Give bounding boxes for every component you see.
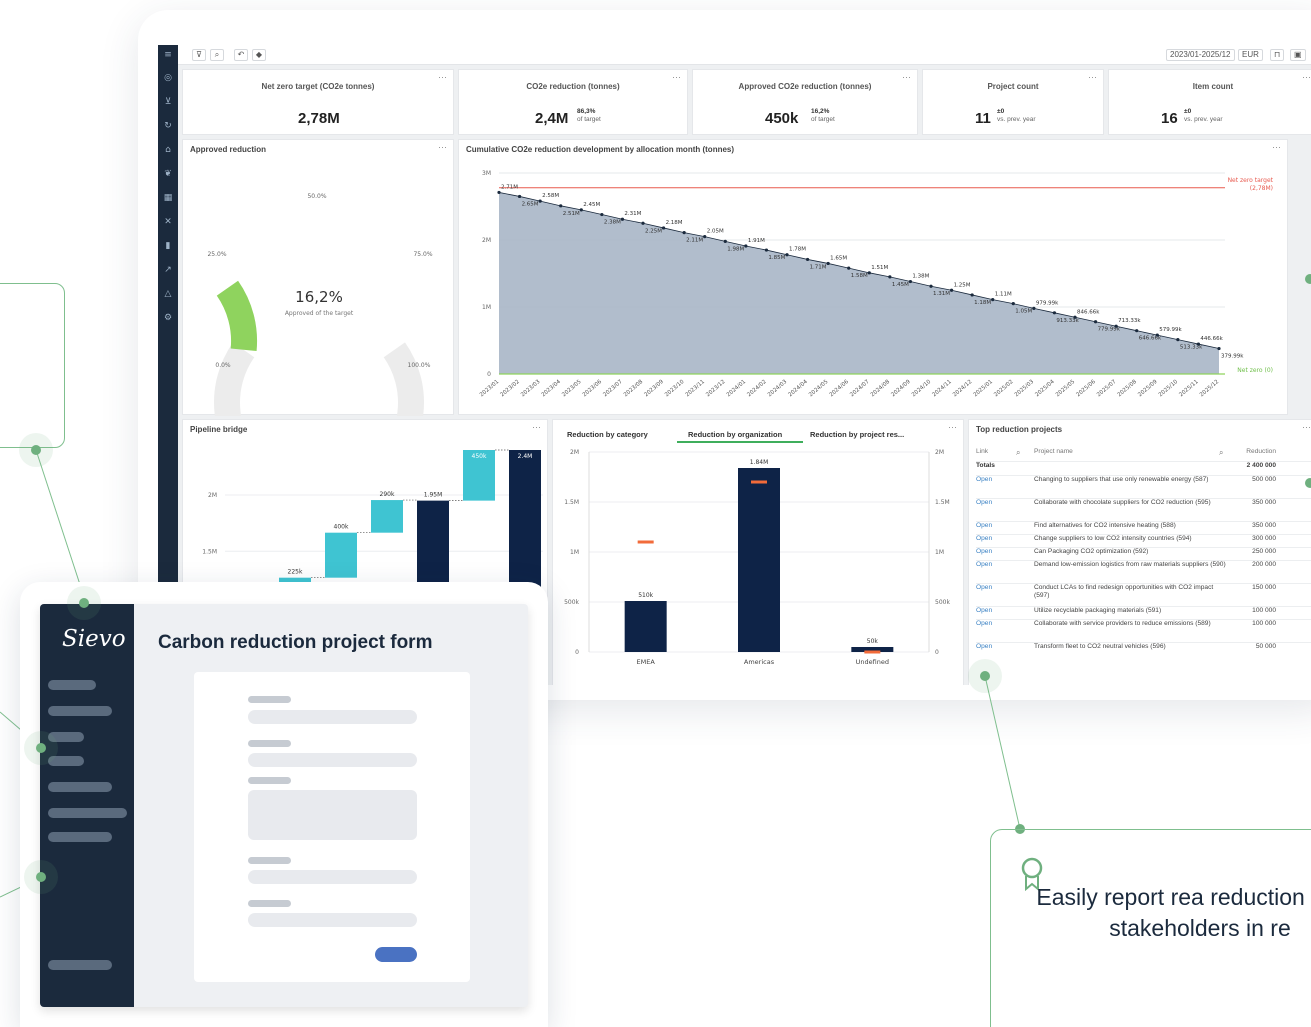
sidebar-item[interactable] <box>48 960 112 970</box>
sidebar-item[interactable] <box>48 782 112 792</box>
connector-line <box>35 449 87 604</box>
form-window: Sievo Carbon reduction project form <box>40 604 528 1007</box>
connector-dot <box>980 671 990 681</box>
submit-button[interactable] <box>375 947 417 962</box>
form-title: Carbon reduction project form <box>158 632 433 653</box>
field-label <box>248 900 291 907</box>
sidebar-item[interactable] <box>48 808 127 818</box>
text-field[interactable] <box>248 870 417 884</box>
field-label <box>248 857 291 864</box>
connector-dot <box>36 743 46 753</box>
sievo-logo: Sievo <box>62 626 126 652</box>
text-field[interactable] <box>248 710 417 724</box>
text-field[interactable] <box>248 913 417 927</box>
connector-dot <box>1305 478 1311 488</box>
sidebar-item[interactable] <box>48 706 112 716</box>
connector-dot <box>1305 274 1311 284</box>
form-sidebar: Sievo <box>40 604 134 1007</box>
field-label <box>248 740 291 747</box>
text-area[interactable] <box>248 790 417 840</box>
connector-line <box>984 675 1021 830</box>
form-body <box>194 672 470 982</box>
connector-dot <box>31 445 41 455</box>
field-label <box>248 777 291 784</box>
connector-dot <box>79 598 89 608</box>
text-field[interactable] <box>248 753 417 767</box>
field-label <box>248 696 291 703</box>
sidebar-item[interactable] <box>48 832 112 842</box>
connector-dot <box>36 872 46 882</box>
sidebar-item[interactable] <box>48 680 96 690</box>
callout-text: Easily report rea reduction targe stakeh… <box>1036 884 1311 941</box>
form-preview-card: Sievo Carbon reduction project form <box>20 582 548 1027</box>
